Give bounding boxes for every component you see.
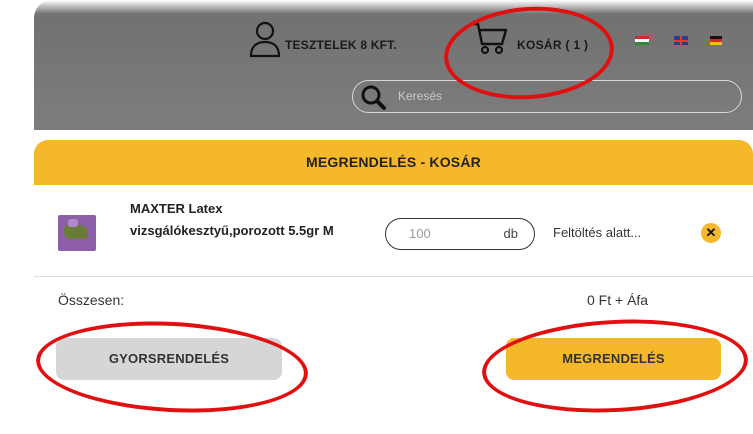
- de-flag-icon[interactable]: [710, 36, 722, 45]
- user-icon[interactable]: [248, 20, 282, 58]
- quantity-unit: db: [503, 226, 518, 241]
- total-value: 0 Ft + Áfa: [587, 292, 649, 308]
- header-fade: [0, 0, 753, 14]
- cart-panel-title: MEGRENDELÉS - KOSÁR: [306, 154, 481, 170]
- quantity-value[interactable]: 100: [409, 226, 431, 241]
- app-frame: TESZTELEK 8 KFT. KOSÁR ( 1 ) MEGRENDELÉS…: [0, 0, 753, 434]
- close-icon[interactable]: ✕: [701, 223, 721, 243]
- cart-panel-header: MEGRENDELÉS - KOSÁR: [34, 140, 753, 185]
- account-name[interactable]: TESZTELEK 8 KFT.: [285, 38, 397, 52]
- product-name[interactable]: MAXTER Latex vizsgálókesztyű,porozott 5.…: [130, 198, 375, 242]
- search-icon[interactable]: [360, 84, 386, 110]
- product-thumbnail[interactable]: [58, 215, 96, 251]
- quantity-field[interactable]: 100 db: [385, 218, 535, 250]
- en-flag-icon[interactable]: [674, 36, 688, 45]
- divider: [34, 276, 753, 277]
- item-status: Feltöltés alatt...: [553, 225, 642, 240]
- total-label: Összesen:: [58, 292, 125, 308]
- hu-flag-icon[interactable]: [635, 36, 649, 45]
